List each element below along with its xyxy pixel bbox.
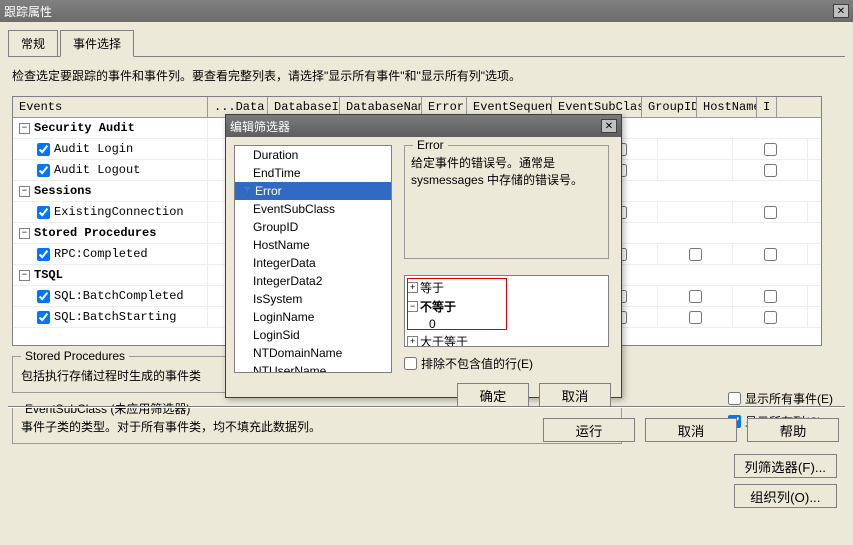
cell-checkbox[interactable]	[689, 248, 702, 261]
col-events[interactable]: Events	[13, 97, 208, 117]
expand-icon[interactable]: +	[407, 336, 418, 347]
edit-filter-dialog: 编辑筛选器 ✕ DurationEndTimeErrorEventSubClas…	[225, 114, 622, 398]
cell-checkbox[interactable]	[689, 311, 702, 324]
cell-checkbox[interactable]	[764, 143, 777, 156]
cancel-button[interactable]: 取消	[645, 418, 737, 442]
column-list[interactable]: DurationEndTimeErrorEventSubClassGroupID…	[234, 145, 392, 373]
ok-button[interactable]: 确定	[457, 383, 529, 407]
group-title-esc: EventSubClass (未应用筛选器)	[21, 400, 194, 417]
filter-value[interactable]: 0	[429, 317, 436, 331]
event-checkbox[interactable]	[37, 248, 50, 261]
cell-checkbox[interactable]	[764, 290, 777, 303]
event-checkbox[interactable]	[37, 206, 50, 219]
filter-tree[interactable]: +等于 −不等于 0 +大于等于 +小于等于	[404, 275, 609, 347]
column-item[interactable]: LoginName	[235, 308, 391, 326]
check-all-events[interactable]: 显示所有事件(E)	[728, 390, 833, 407]
event-name[interactable]: SQL:BatchStarting	[54, 310, 176, 324]
filter-neq[interactable]: 不等于	[420, 298, 456, 315]
column-item[interactable]: NTDomainName	[235, 344, 391, 362]
category-label[interactable]: Stored Procedures	[34, 226, 156, 240]
category-label[interactable]: TSQL	[34, 268, 63, 282]
run-button[interactable]: 运行	[543, 418, 635, 442]
dialog-title: 编辑筛选器	[230, 118, 290, 135]
dialog-cancel-button[interactable]: 取消	[539, 383, 611, 407]
category-label[interactable]: Sessions	[34, 184, 92, 198]
help-button[interactable]: 帮助	[747, 418, 839, 442]
cell-checkbox[interactable]	[764, 164, 777, 177]
column-item[interactable]: IntegerData	[235, 254, 391, 272]
column-item[interactable]: IsSystem	[235, 290, 391, 308]
event-checkbox[interactable]	[37, 143, 50, 156]
event-name[interactable]: RPC:Completed	[54, 247, 148, 261]
cell-checkbox[interactable]	[689, 290, 702, 303]
error-title: Error	[413, 138, 448, 152]
instruction-text: 检查选定要跟踪的事件和事件列。要查看完整列表，请选择"显示所有事件"和"显示所有…	[12, 67, 841, 84]
event-name[interactable]: ExistingConnection	[54, 205, 184, 219]
collapse-icon[interactable]: −	[19, 123, 30, 134]
column-filter-button[interactable]: 列筛选器(F)...	[734, 454, 837, 478]
event-name[interactable]: Audit Login	[54, 142, 133, 156]
event-name[interactable]: Audit Logout	[54, 163, 140, 177]
event-checkbox[interactable]	[37, 164, 50, 177]
cell-checkbox[interactable]	[764, 248, 777, 261]
column-item[interactable]: IntegerData2	[235, 272, 391, 290]
group-title: Stored Procedures	[21, 349, 129, 363]
collapse-icon[interactable]: −	[19, 270, 30, 281]
filter-icon	[241, 185, 253, 197]
column-item[interactable]: Duration	[235, 146, 391, 164]
organize-columns-button[interactable]: 组织列(O)...	[734, 484, 837, 508]
filter-gte[interactable]: 大于等于	[420, 333, 468, 347]
column-item[interactable]: GroupID	[235, 218, 391, 236]
tab-events[interactable]: 事件选择	[60, 30, 134, 57]
window-title: 跟踪属性	[4, 3, 52, 20]
column-item[interactable]: EventSubClass	[235, 200, 391, 218]
close-icon[interactable]: ✕	[833, 4, 849, 18]
tab-general[interactable]: 常规	[8, 30, 58, 56]
dialog-close-icon[interactable]: ✕	[601, 119, 617, 133]
column-item[interactable]: LoginSid	[235, 326, 391, 344]
column-item[interactable]: EndTime	[235, 164, 391, 182]
event-checkbox[interactable]	[37, 290, 50, 303]
cell-checkbox[interactable]	[764, 311, 777, 324]
collapse-icon[interactable]: −	[19, 228, 30, 239]
column-item[interactable]: NTUserName	[235, 362, 391, 373]
column-item[interactable]: Error	[235, 182, 391, 200]
error-description-group: Error 给定事件的错误号。通常是 sysmessages 中存储的错误号。	[404, 145, 609, 259]
category-label[interactable]: Security Audit	[34, 121, 135, 135]
column-item[interactable]: HostName	[235, 236, 391, 254]
cell-checkbox[interactable]	[764, 206, 777, 219]
filter-eq[interactable]: 等于	[420, 279, 444, 296]
group-desc-esc: 事件子类的类型。对于所有事件类，均不填充此数据列。	[21, 418, 613, 435]
col-i[interactable]: I	[757, 97, 777, 117]
collapse-icon[interactable]: −	[407, 301, 418, 312]
expand-icon[interactable]: +	[407, 282, 418, 293]
event-name[interactable]: SQL:BatchCompleted	[54, 289, 184, 303]
col-gid[interactable]: GroupID	[642, 97, 697, 117]
collapse-icon[interactable]: −	[19, 186, 30, 197]
group-eventsubclass: EventSubClass (未应用筛选器) 事件子类的类型。对于所有事件类，均…	[12, 407, 622, 444]
exclude-checkbox[interactable]: 排除不包含值的行(E)	[404, 355, 533, 372]
col-host[interactable]: HostName	[697, 97, 757, 117]
error-desc: 给定事件的错误号。通常是 sysmessages 中存储的错误号。	[411, 154, 602, 188]
event-checkbox[interactable]	[37, 311, 50, 324]
